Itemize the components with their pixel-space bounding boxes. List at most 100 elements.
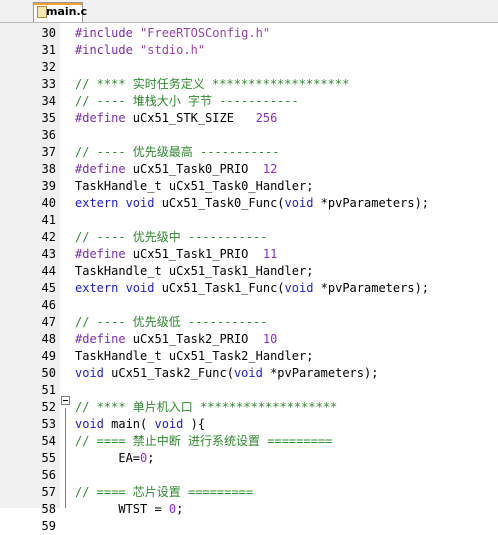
code-line[interactable]: 54 // ==== 禁止中断 进行系统设置 ========= <box>0 433 498 450</box>
code-line[interactable]: 51 <box>0 382 498 399</box>
code-token: uCx51_Task1_PRIO <box>132 247 263 261</box>
line-number: 51 <box>41 383 56 397</box>
code-line[interactable]: 38 #define uCx51_Task0_PRIO 12 <box>0 161 498 178</box>
code-token: *pvParameters); <box>320 196 430 210</box>
code-text: // ==== 芯片设置 ========= <box>75 484 253 501</box>
line-number: 39 <box>41 179 56 193</box>
code-line[interactable]: 45 extern void uCx51_Task1_Func(void *pvP… <box>0 280 498 297</box>
code-line[interactable]: 52 // **** 单片机入口 ******************* <box>0 399 498 416</box>
line-number: 45 <box>41 281 56 295</box>
code-line[interactable]: 37 // ---- 优先级最高 ----------- <box>0 144 498 161</box>
code-text: #define uCx51_Task1_PRIO 11 <box>75 246 277 263</box>
line-number: 52 <box>41 400 56 414</box>
code-text: #include "FreeRTOSConfig.h" <box>75 25 270 42</box>
code-line[interactable]: 40 extern void uCx51_Task0_Func(void *pvP… <box>0 195 498 212</box>
code-text: // ==== 禁止中断 进行系统设置 ========= <box>75 433 332 450</box>
code-token: *pvParameters); <box>320 281 430 295</box>
line-number: 53 <box>41 417 56 431</box>
code-line[interactable]: 44 TaskHandle_t uCx51_Task1_Handler; <box>0 263 498 280</box>
code-text: // ---- 堆栈大小 字节 ----------- <box>75 93 299 110</box>
code-token: extern <box>75 281 126 295</box>
code-line[interactable]: 59 <box>0 518 498 535</box>
line-number: 32 <box>41 60 56 74</box>
line-number: 55 <box>41 451 56 465</box>
line-number: 36 <box>41 128 56 142</box>
code-token: TaskHandle_t uCx51_Task0_Handler; <box>75 179 314 193</box>
code-line[interactable]: 36 <box>0 127 498 144</box>
code-line[interactable]: 31 #include "stdio.h" <box>0 42 498 59</box>
code-text: #define uCx51_Task0_PRIO 12 <box>75 161 277 178</box>
code-text: // ---- 优先级中 ----------- <box>75 229 268 246</box>
line-number: 31 <box>41 43 56 57</box>
code-token: void <box>125 196 162 210</box>
line-number: 41 <box>41 213 56 227</box>
code-token: uCx51_Task2_Func( <box>111 366 234 380</box>
code-token: #include <box>75 26 141 40</box>
code-token: // ---- 优先级低 ----------- <box>75 315 268 329</box>
line-number: 58 <box>41 502 56 516</box>
code-token: uCx51_Task0_PRIO <box>132 162 263 176</box>
code-text: TaskHandle_t uCx51_Task1_Handler; <box>75 263 313 280</box>
line-number: 59 <box>41 519 56 533</box>
code-text: extern void uCx51_Task1_Func(void *pvPar… <box>75 280 429 297</box>
code-token: ){ <box>190 417 206 431</box>
tab-main-c[interactable]: main.c <box>33 2 87 22</box>
code-line[interactable]: 42 // ---- 优先级中 ----------- <box>0 229 498 246</box>
code-token: #define <box>75 162 133 176</box>
code-token: void <box>284 281 321 295</box>
code-token: *pvParameters); <box>270 366 379 380</box>
code-line[interactable]: 39 TaskHandle_t uCx51_Task0_Handler; <box>0 178 498 195</box>
code-text: WTST = 0; <box>75 501 183 518</box>
code-token: ; <box>147 451 155 465</box>
code-token: ; <box>176 502 184 516</box>
code-token: // **** 实时任务定义 ******************* <box>75 77 350 91</box>
code-text: void main( void ){ <box>75 416 205 433</box>
code-token: uCx51_Task1_Func( <box>161 281 285 295</box>
code-line[interactable]: 58 WTST = 0; <box>0 501 498 518</box>
line-number: 49 <box>41 349 56 363</box>
line-number: 42 <box>41 230 56 244</box>
code-line[interactable]: 41 <box>0 212 498 229</box>
code-token: WTST = <box>75 502 169 516</box>
code-line[interactable]: 47 // ---- 优先级低 ----------- <box>0 314 498 331</box>
code-line[interactable]: 55 EA=0; <box>0 450 498 467</box>
code-token: void <box>75 366 112 380</box>
code-text: void uCx51_Task2_Func(void *pvParameters… <box>75 365 378 382</box>
code-line[interactable]: 46 <box>0 297 498 314</box>
line-number: 47 <box>41 315 56 329</box>
line-number: 33 <box>41 77 56 91</box>
code-line[interactable]: 30 #include "FreeRTOSConfig.h" <box>0 25 498 42</box>
code-line[interactable]: 32 <box>0 59 498 76</box>
code-text: #include "stdio.h" <box>75 42 205 59</box>
code-token: uCx51_Task0_Func( <box>161 196 285 210</box>
code-token: EA= <box>75 451 141 465</box>
code-line[interactable]: 49 TaskHandle_t uCx51_Task2_Handler; <box>0 348 498 365</box>
code-line[interactable]: 50 void uCx51_Task2_Func(void *pvParamete… <box>0 365 498 382</box>
code-token: uCx51_Task2_PRIO <box>132 332 263 346</box>
editor-tab-bar: main.c <box>0 0 498 23</box>
code-text: // ---- 优先级最高 ----------- <box>75 144 280 161</box>
line-number: 46 <box>41 298 56 312</box>
code-line[interactable]: 56 <box>0 467 498 484</box>
code-line[interactable]: 57 // ==== 芯片设置 ========= <box>0 484 498 501</box>
code-token: #define <box>75 111 133 125</box>
line-number: 44 <box>41 264 56 278</box>
code-token: 12 <box>262 162 278 176</box>
code-text: TaskHandle_t uCx51_Task0_Handler; <box>75 178 313 195</box>
code-token: // ==== 芯片设置 ========= <box>75 485 254 499</box>
code-line[interactable]: 43 #define uCx51_Task1_PRIO 11 <box>0 246 498 263</box>
code-line[interactable]: 53 void main( void ){ <box>0 416 498 433</box>
code-token: 10 <box>262 332 278 346</box>
code-token: "FreeRTOSConfig.h" <box>140 26 271 40</box>
tab-active-indicator <box>34 3 82 5</box>
code-token: extern <box>75 196 126 210</box>
code-line[interactable]: 33 // **** 实时任务定义 ******************* <box>0 76 498 93</box>
code-line[interactable]: 35 #define uCx51_STK_SIZE 256 <box>0 110 498 127</box>
code-token: // ---- 优先级最高 ----------- <box>75 145 280 159</box>
code-text: // **** 单片机入口 ******************* <box>75 399 337 416</box>
code-line[interactable]: 48 #define uCx51_Task2_PRIO 10 <box>0 331 498 348</box>
code-line[interactable]: 34 // ---- 堆栈大小 字节 ----------- <box>0 93 498 110</box>
code-text: EA=0; <box>75 450 155 467</box>
line-number: 57 <box>41 485 56 499</box>
code-text: #define uCx51_STK_SIZE 256 <box>75 110 277 127</box>
